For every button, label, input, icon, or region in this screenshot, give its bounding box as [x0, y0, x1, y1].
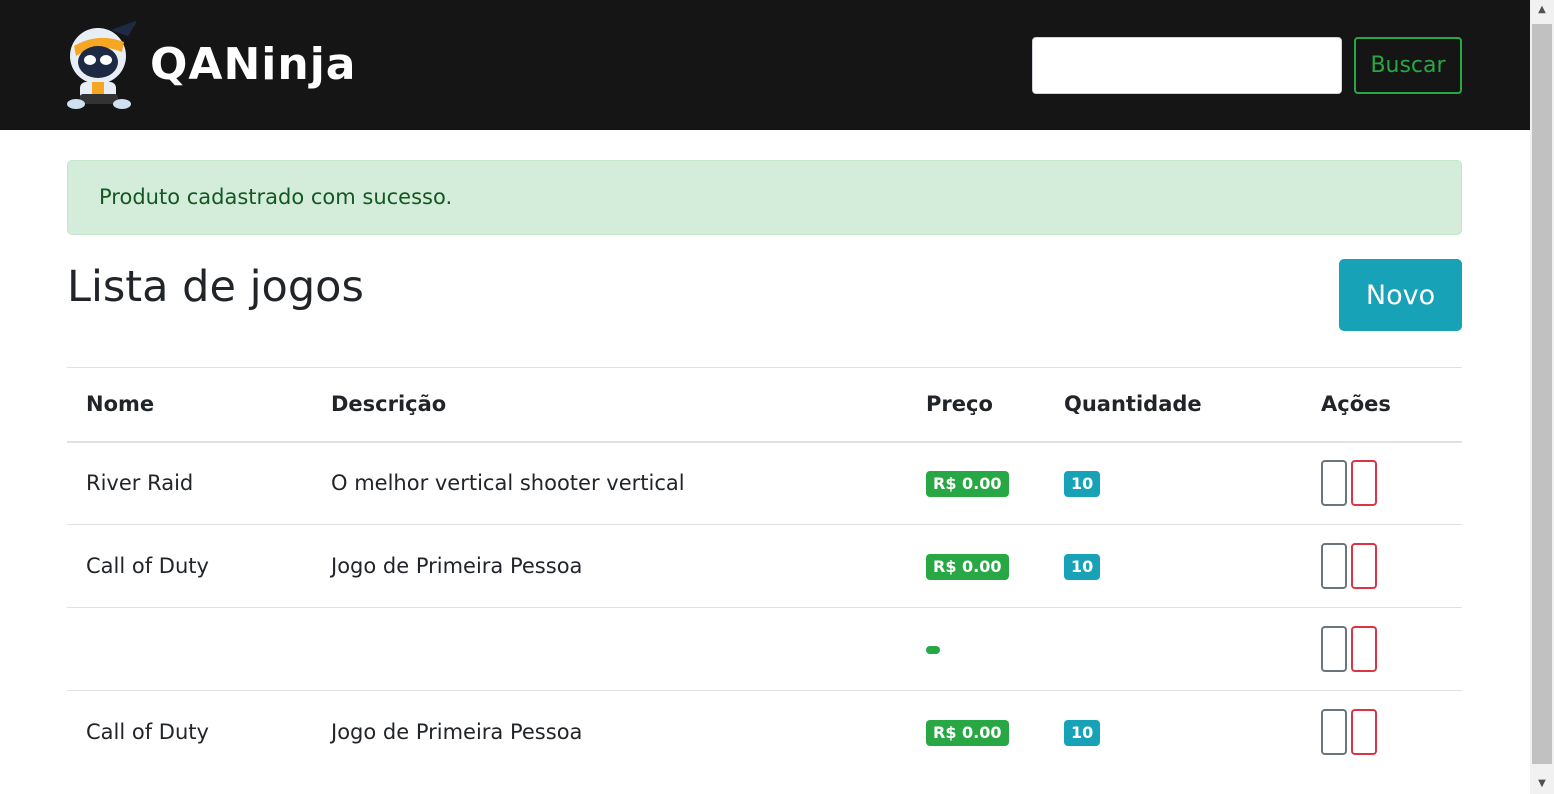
navbar: QANinja Buscar	[0, 0, 1530, 130]
scroll-up-icon[interactable]: ▲	[1530, 0, 1554, 20]
header-name: Nome	[67, 367, 312, 443]
table-row	[67, 607, 1462, 691]
header-quantity: Quantidade	[1045, 367, 1302, 443]
search-input[interactable]	[1032, 37, 1342, 94]
header-price: Preço	[907, 367, 1045, 443]
game-description: O melhor vertical shooter vertical	[312, 441, 907, 525]
new-game-button[interactable]: Novo	[1339, 259, 1462, 331]
ninja-mascot-icon	[67, 20, 136, 109]
games-table: Nome Descrição Preço Quantidade Ações Ri…	[67, 367, 1462, 774]
search-button[interactable]: Buscar	[1354, 37, 1462, 94]
game-name: River Raid	[67, 441, 312, 525]
price-badge: R$ 0.00	[926, 553, 1009, 580]
page-title: Lista de jogos	[67, 262, 364, 312]
table-row: Call of Duty Jogo de Primeira Pessoa R$ …	[67, 524, 1462, 608]
quantity-badge: 10	[1064, 719, 1101, 746]
edit-button[interactable]	[1321, 626, 1347, 672]
edit-button[interactable]	[1321, 709, 1347, 756]
quantity-badge: 10	[1064, 470, 1101, 497]
success-alert: Produto cadastrado com sucesso.	[67, 160, 1462, 235]
game-name: Call of Duty	[67, 524, 312, 608]
price-badge: R$ 0.00	[926, 719, 1009, 746]
game-description: Jogo de Primeira Pessoa	[312, 690, 907, 774]
scrollbar[interactable]: ▲ ▼	[1530, 0, 1554, 794]
price-badge	[926, 646, 940, 654]
game-description	[312, 607, 907, 691]
header-description: Descrição	[312, 367, 907, 443]
scrollbar-thumb[interactable]	[1532, 24, 1552, 764]
edit-button[interactable]	[1321, 543, 1347, 589]
brand-name: QANinja	[150, 38, 357, 90]
brand-logo[interactable]: QANinja	[66, 18, 356, 110]
game-description: Jogo de Primeira Pessoa	[312, 524, 907, 608]
table-row: River Raid O melhor vertical shooter ver…	[67, 441, 1462, 525]
delete-button[interactable]	[1351, 543, 1377, 589]
table-row: Call of Duty Jogo de Primeira Pessoa R$ …	[67, 690, 1462, 774]
price-badge: R$ 0.00	[926, 470, 1009, 497]
quantity-badge: 10	[1064, 553, 1101, 580]
delete-button[interactable]	[1351, 626, 1377, 672]
delete-button[interactable]	[1351, 709, 1377, 756]
edit-button[interactable]	[1321, 460, 1347, 507]
game-name: Call of Duty	[67, 690, 312, 774]
scroll-down-icon[interactable]: ▼	[1530, 774, 1554, 794]
delete-button[interactable]	[1351, 460, 1377, 507]
game-name	[67, 607, 312, 691]
header-actions: Ações	[1302, 367, 1462, 443]
